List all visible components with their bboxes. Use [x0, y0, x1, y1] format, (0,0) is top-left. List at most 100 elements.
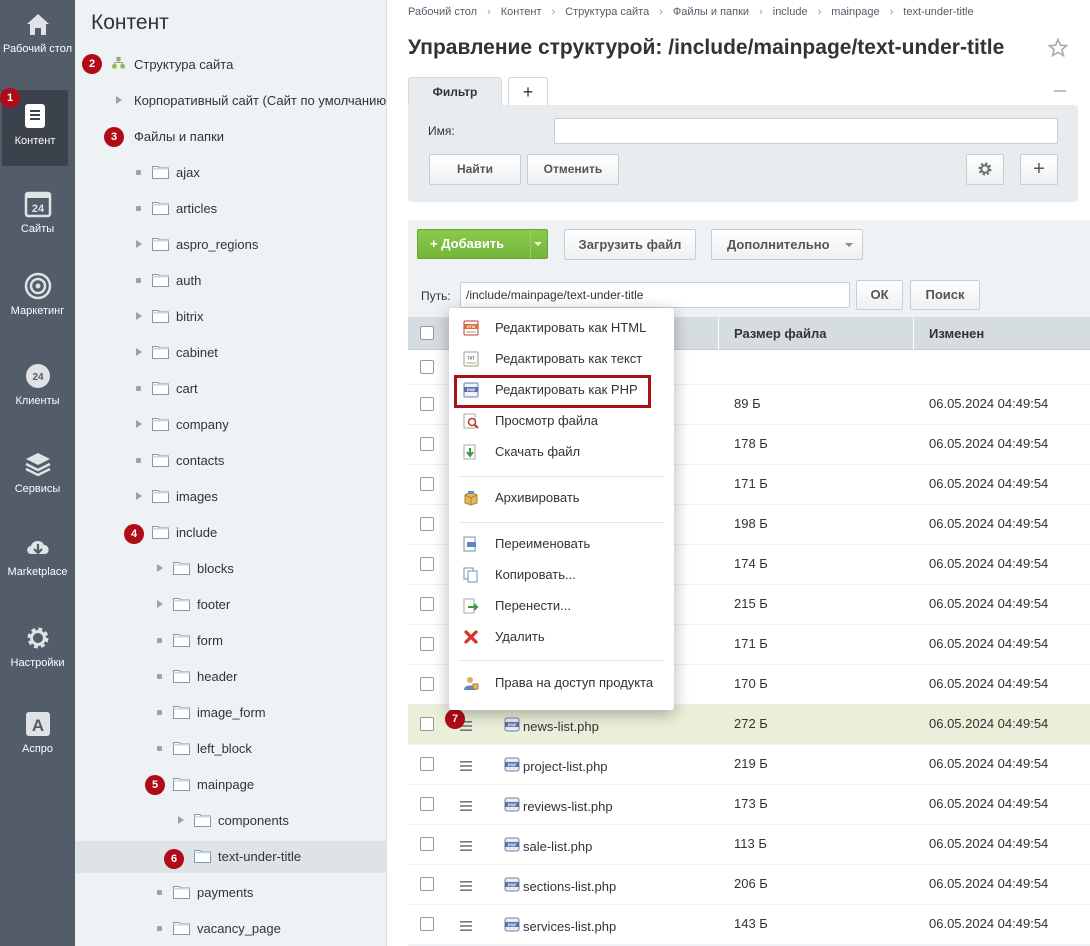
- tree-item[interactable]: articles: [75, 193, 386, 225]
- row-menu-icon[interactable]: [460, 759, 472, 771]
- tree-item[interactable]: cart: [75, 373, 386, 405]
- breadcrumb-item[interactable]: Рабочий стол: [408, 6, 477, 18]
- find-button[interactable]: Найти: [429, 154, 521, 185]
- breadcrumb-item[interactable]: Файлы и папки: [673, 6, 749, 18]
- nav-aspro[interactable]: A Аспро: [0, 710, 75, 756]
- column-size[interactable]: Размер файла: [734, 317, 827, 350]
- nav-desktop[interactable]: Рабочий стол: [0, 10, 75, 56]
- tree-item[interactable]: Структура сайта: [75, 49, 386, 81]
- row-checkbox[interactable]: [420, 717, 434, 731]
- row-checkbox[interactable]: [420, 360, 434, 374]
- table-row[interactable]: PHP sale-list.php 113 Б 06.05.2024 04:49:54: [408, 825, 1090, 865]
- select-all-checkbox[interactable]: [420, 326, 434, 340]
- row-menu-icon[interactable]: [460, 919, 472, 931]
- breadcrumb-item[interactable]: text-under-title: [903, 6, 973, 18]
- context-menu-item[interactable]: Просмотр файла: [449, 407, 674, 435]
- path-input[interactable]: /include/mainpage/text-under-title: [460, 282, 850, 308]
- tab-filter[interactable]: Фильтр: [408, 77, 502, 106]
- expand-arrow-icon[interactable]: [136, 348, 142, 356]
- table-row[interactable]: PHP news-list.php 272 Б 06.05.2024 04:49:54: [408, 705, 1090, 745]
- nav-services[interactable]: Сервисы: [0, 450, 75, 496]
- tree-item[interactable]: mainpage: [75, 769, 386, 801]
- row-checkbox[interactable]: [420, 677, 434, 691]
- more-button[interactable]: Дополнительно: [711, 229, 863, 260]
- context-menu-item[interactable]: Копировать...: [449, 561, 674, 589]
- file-name[interactable]: services-list.php: [523, 919, 616, 934]
- tree-item[interactable]: bitrix: [75, 301, 386, 333]
- nav-marketing[interactable]: Маркетинг: [0, 272, 75, 318]
- tree-item[interactable]: footer: [75, 589, 386, 621]
- file-name[interactable]: news-list.php: [523, 719, 599, 734]
- tree-item[interactable]: components: [75, 805, 386, 837]
- tree-item[interactable]: company: [75, 409, 386, 441]
- row-menu-icon[interactable]: [460, 879, 472, 891]
- tree-item[interactable]: header: [75, 661, 386, 693]
- expand-arrow-icon[interactable]: [136, 240, 142, 248]
- file-name[interactable]: project-list.php: [523, 759, 608, 774]
- tree-item[interactable]: image_form: [75, 697, 386, 729]
- star-icon[interactable]: [1048, 38, 1068, 58]
- row-checkbox[interactable]: [420, 517, 434, 531]
- tree-item[interactable]: include: [75, 517, 386, 549]
- nav-sites[interactable]: 24 Сайты: [0, 190, 75, 236]
- row-checkbox[interactable]: [420, 477, 434, 491]
- tree-item[interactable]: vacancy_page: [75, 913, 386, 945]
- tree-item[interactable]: aspro_regions: [75, 229, 386, 261]
- expand-arrow-icon[interactable]: [178, 816, 184, 824]
- row-checkbox[interactable]: [420, 757, 434, 771]
- tree-item[interactable]: payments: [75, 877, 386, 909]
- filter-settings-button[interactable]: [966, 154, 1004, 185]
- context-menu-item[interactable]: Архивировать: [449, 484, 674, 512]
- expand-arrow-icon[interactable]: [136, 492, 142, 500]
- file-name[interactable]: reviews-list.php: [523, 799, 613, 814]
- row-checkbox[interactable]: [420, 397, 434, 411]
- expand-arrow-icon[interactable]: [157, 564, 163, 572]
- nav-settings[interactable]: Настройки: [0, 624, 75, 670]
- tree-item[interactable]: Корпоративный сайт (Сайт по умолчанию): [75, 85, 386, 117]
- tree-item[interactable]: cabinet: [75, 337, 386, 369]
- breadcrumb-item[interactable]: Структура сайта: [565, 6, 649, 18]
- row-checkbox[interactable]: [420, 637, 434, 651]
- add-button[interactable]: + Добавить: [417, 229, 548, 259]
- tree-item[interactable]: form: [75, 625, 386, 657]
- file-name[interactable]: sections-list.php: [523, 879, 616, 894]
- tree-item[interactable]: contacts: [75, 445, 386, 477]
- row-checkbox[interactable]: [420, 837, 434, 851]
- expand-arrow-icon[interactable]: [157, 600, 163, 608]
- table-row[interactable]: PHP reviews-list.php 173 Б 06.05.2024 04:49…: [408, 785, 1090, 825]
- add-filter-tab-button[interactable]: +: [508, 77, 548, 106]
- expand-arrow-icon[interactable]: [116, 96, 122, 104]
- filter-name-input[interactable]: [554, 118, 1058, 144]
- row-checkbox[interactable]: [420, 877, 434, 891]
- filter-add-button[interactable]: +: [1020, 154, 1058, 185]
- expand-arrow-icon[interactable]: [136, 312, 142, 320]
- context-menu-item[interactable]: Переименовать: [449, 530, 674, 558]
- cancel-button[interactable]: Отменить: [527, 154, 619, 185]
- context-menu-item[interactable]: TXT Редактировать как текст: [449, 345, 674, 373]
- breadcrumb-item[interactable]: Контент: [501, 6, 542, 18]
- row-checkbox[interactable]: [420, 437, 434, 451]
- breadcrumb-item[interactable]: include: [773, 6, 808, 18]
- context-menu-item[interactable]: HTM Редактировать как HTML: [449, 314, 674, 342]
- nav-clients[interactable]: 24 Клиенты: [0, 362, 75, 408]
- upload-file-button[interactable]: Загрузить файл: [564, 229, 696, 260]
- table-row[interactable]: PHP sections-list.php 206 Б 06.05.2024 04:4…: [408, 865, 1090, 905]
- tree-item[interactable]: auth: [75, 265, 386, 297]
- filter-minimize-button[interactable]: [1054, 90, 1066, 92]
- tree-item[interactable]: images: [75, 481, 386, 513]
- context-menu-item[interactable]: Скачать файл: [449, 438, 674, 466]
- table-row[interactable]: PHP project-list.php 219 Б 06.05.2024 04:49…: [408, 745, 1090, 785]
- row-checkbox[interactable]: [420, 597, 434, 611]
- path-ok-button[interactable]: ОК: [856, 280, 903, 310]
- nav-marketplace[interactable]: Marketplace: [0, 533, 75, 579]
- tree-item[interactable]: text-under-title: [75, 841, 386, 873]
- tree-item[interactable]: ajax: [75, 157, 386, 189]
- row-checkbox[interactable]: [420, 797, 434, 811]
- row-menu-icon[interactable]: [460, 839, 472, 851]
- tree-item[interactable]: blocks: [75, 553, 386, 585]
- table-row[interactable]: PHP services-list.php 143 Б 06.05.2024 04:4…: [408, 905, 1090, 945]
- column-modified[interactable]: Изменен: [929, 317, 984, 350]
- row-checkbox[interactable]: [420, 557, 434, 571]
- row-menu-icon[interactable]: [460, 799, 472, 811]
- row-checkbox[interactable]: [420, 917, 434, 931]
